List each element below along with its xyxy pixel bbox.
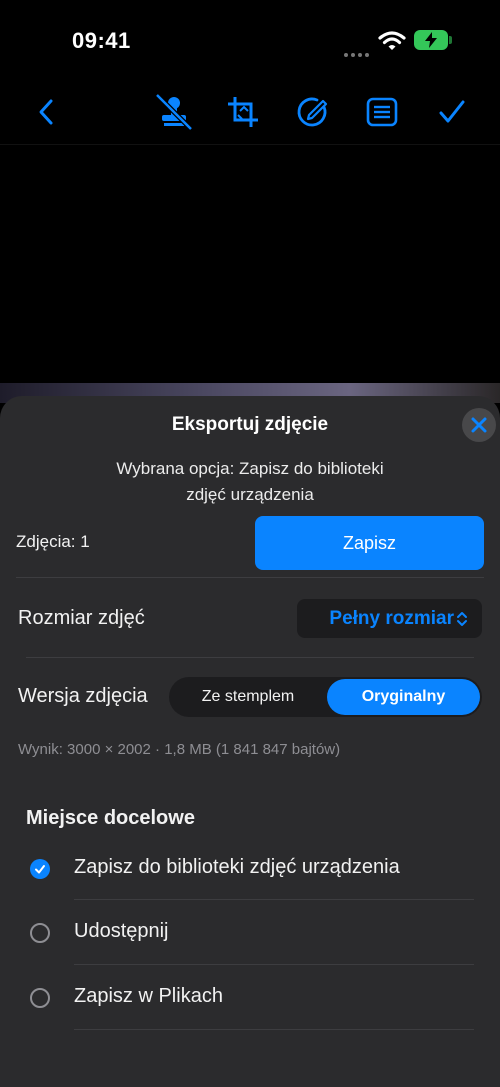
edit-button[interactable]	[290, 90, 334, 134]
edit-circle-icon	[297, 97, 328, 127]
crop-button[interactable]	[221, 90, 265, 134]
sheet-title: Eksportuj zdjęcie	[171, 414, 329, 435]
destination-option-files[interactable]: Zapisz w Plikach	[0, 968, 500, 1028]
destination-option-label: Udostępnij	[74, 920, 169, 942]
status-bar: 09:41	[0, 0, 500, 80]
export-sheet: Eksportuj zdjęcie Wybrana opcja: Zapisz …	[0, 396, 500, 1087]
stamp-toggle-button[interactable]	[152, 90, 196, 134]
result-info: Wynik: 3000 × 2002 · 1,8 MB (1 841 847 b…	[18, 741, 341, 758]
checkmark-icon	[439, 100, 465, 123]
version-segmented-control: Ze stemplem Oryginalny	[169, 677, 482, 717]
version-label: Wersja zdjęcia	[18, 685, 148, 707]
size-label: Rozmiar zdjęć	[18, 607, 145, 629]
battery-icon	[414, 30, 448, 50]
editor-toolbar	[0, 80, 500, 145]
save-button[interactable]: Zapisz	[255, 516, 484, 570]
done-button[interactable]	[430, 90, 474, 134]
stamp-off-icon	[155, 93, 193, 131]
divider	[74, 1029, 474, 1030]
status-time: 09:41	[72, 28, 131, 53]
photos-count: Zdjęcia: 1	[16, 532, 90, 551]
chevron-up-down-icon	[457, 611, 467, 626]
destination-option-library[interactable]: Zapisz do biblioteki zdjęć urządzenia	[0, 838, 500, 898]
divider	[16, 577, 484, 578]
cellular-signal-icon	[344, 44, 372, 62]
divider	[26, 657, 474, 658]
destination-option-label: Zapisz w Plikach	[74, 985, 223, 1007]
chevron-left-icon	[39, 99, 53, 125]
radio-unchecked-icon	[30, 923, 50, 943]
wifi-icon	[378, 30, 406, 57]
divider	[74, 899, 474, 900]
version-option-stamped[interactable]: Ze stemplem	[171, 679, 325, 715]
version-option-original[interactable]: Oryginalny	[327, 679, 480, 715]
radio-checked-icon	[30, 859, 50, 879]
battery-cap	[449, 36, 452, 44]
close-icon	[471, 417, 487, 433]
radio-unchecked-icon	[30, 988, 50, 1008]
selected-option-description: Wybrana opcja: Zapisz do biblioteki zdję…	[116, 459, 384, 504]
back-button[interactable]	[24, 90, 68, 134]
close-button[interactable]	[462, 408, 496, 442]
destination-header: Miejsce docelowe	[26, 807, 195, 829]
list-button[interactable]	[360, 90, 404, 134]
divider	[74, 964, 474, 965]
size-dropdown[interactable]: Pełny rozmiar	[297, 599, 482, 638]
destination-option-share[interactable]: Udostępnij	[0, 903, 500, 963]
destination-option-label: Zapisz do biblioteki zdjęć urządzenia	[74, 856, 400, 878]
list-icon	[366, 97, 398, 127]
size-dropdown-value: Pełny rozmiar	[329, 607, 454, 629]
crop-icon	[228, 97, 258, 127]
